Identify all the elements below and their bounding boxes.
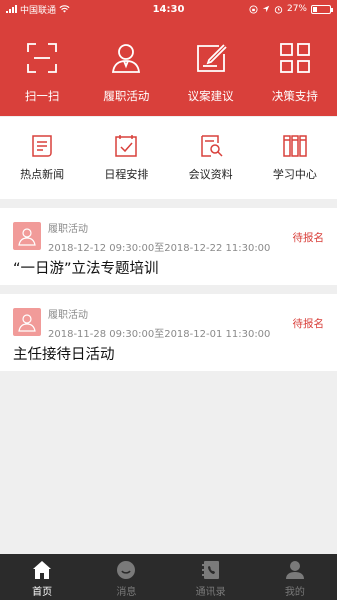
sub-nav-learning[interactable]: 学习中心 (253, 117, 337, 199)
header: 中国联通 14:30 27% 扫一扫 履职活动 议案建议 决策支持 (0, 0, 337, 116)
person-icon (112, 44, 141, 73)
sub-nav-label: 热点新闻 (20, 168, 65, 181)
activity-type: 履职活动 (48, 224, 88, 235)
home-icon (33, 561, 52, 579)
top-nav-scan[interactable]: 扫一扫 (0, 18, 84, 116)
battery-icon (311, 4, 333, 14)
tab-label: 首页 (32, 587, 53, 598)
activity-card[interactable]: 履职活动 2018-11-28 09:30:00至2018-12-01 11:3… (0, 294, 337, 371)
top-nav-label: 履职活动 (103, 89, 150, 103)
status-bar: 中国联通 14:30 27% (0, 0, 337, 18)
activity-title: “一日游”立法专题培训 (13, 261, 159, 277)
edit-icon (196, 44, 227, 72)
books-icon (283, 135, 307, 157)
status-badge: 待报名 (292, 232, 325, 244)
top-nav-activities[interactable]: 履职活动 (84, 18, 168, 116)
status-badge: 待报名 (292, 318, 325, 330)
message-icon (117, 561, 136, 579)
top-nav-label: 扫一扫 (24, 89, 60, 103)
sub-nav-label: 会议资料 (188, 168, 233, 181)
contacts-icon (201, 561, 219, 579)
sub-nav-news[interactable]: 热点新闻 (0, 117, 84, 199)
tab-bar: 首页 消息 通讯录 我的 (0, 554, 337, 600)
news-icon (32, 135, 52, 157)
avatar (13, 222, 41, 250)
person-icon (18, 228, 36, 246)
sub-nav-materials[interactable]: 会议资料 (169, 117, 253, 199)
user-icon (285, 561, 304, 579)
tab-messages[interactable]: 消息 (84, 554, 168, 600)
activity-time: 2018-12-12 09:30:00至2018-12-22 11:30:00 (48, 243, 271, 254)
sub-nav-label: 学习中心 (272, 168, 317, 181)
person-icon (18, 314, 36, 332)
activity-time: 2018-11-28 09:30:00至2018-12-01 11:30:00 (48, 329, 271, 340)
top-nav-label: 议案建议 (187, 89, 234, 103)
activity-list: 履职活动 2018-12-12 09:30:00至2018-12-22 11:3… (0, 208, 337, 371)
tab-label: 我的 (284, 587, 305, 598)
tab-label: 通讯录 (195, 587, 226, 598)
status-time: 14:30 (152, 3, 185, 15)
sub-nav-label: 日程安排 (104, 168, 149, 181)
activity-title: 主任接待日活动 (13, 347, 115, 363)
tab-home[interactable]: 首页 (0, 554, 84, 600)
scan-icon (27, 43, 58, 73)
sub-nav-schedule[interactable]: 日程安排 (84, 117, 168, 199)
document-search-icon (200, 135, 223, 157)
sub-nav: 热点新闻 日程安排 会议资料 学习中心 (0, 117, 337, 199)
tab-label: 消息 (116, 587, 137, 598)
top-nav: 扫一扫 履职活动 议案建议 决策支持 (0, 18, 337, 116)
top-nav-decision[interactable]: 决策支持 (253, 18, 337, 116)
top-nav-proposals[interactable]: 议案建议 (169, 18, 253, 116)
activity-card[interactable]: 履职活动 2018-12-12 09:30:00至2018-12-22 11:3… (0, 208, 337, 285)
top-nav-label: 决策支持 (271, 89, 318, 103)
tab-contacts[interactable]: 通讯录 (169, 554, 253, 600)
tab-me[interactable]: 我的 (253, 554, 337, 600)
activity-type: 履职活动 (48, 310, 88, 321)
avatar (13, 308, 41, 336)
grid-icon (279, 43, 310, 73)
calendar-check-icon (115, 135, 138, 157)
